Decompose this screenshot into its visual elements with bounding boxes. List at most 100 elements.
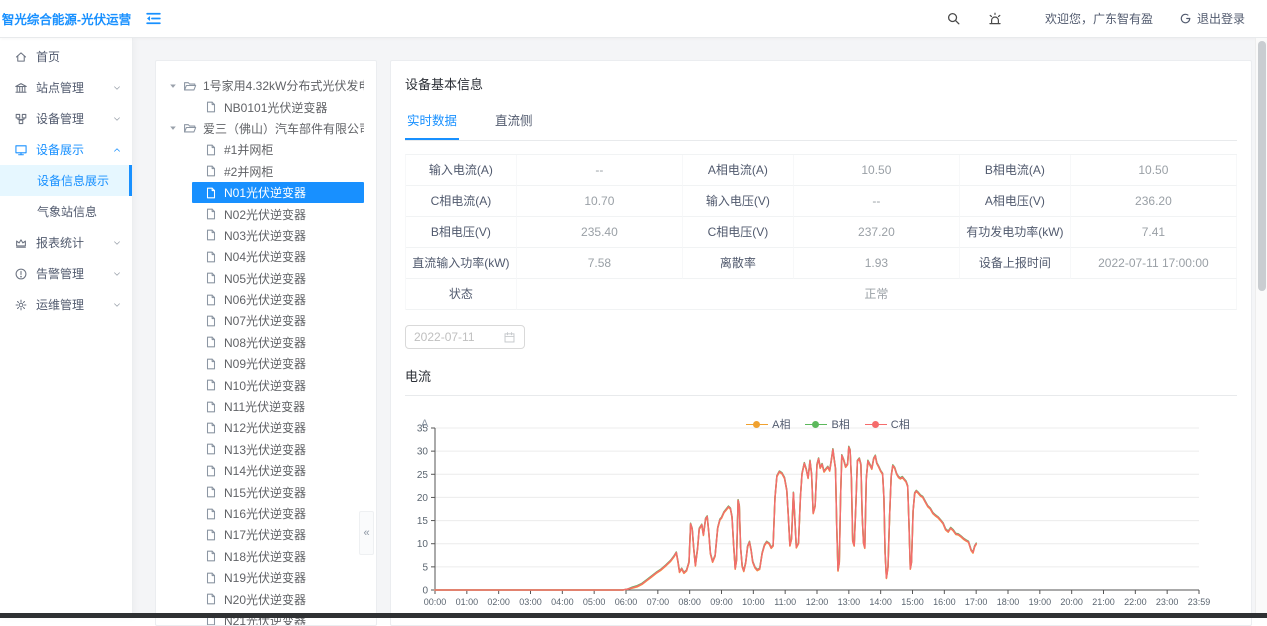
- sidebar-item-site-mgmt[interactable]: 站点管理: [0, 72, 132, 103]
- svg-text:16:00: 16:00: [933, 597, 956, 607]
- tree-device-node[interactable]: N15光伏逆变器: [192, 481, 364, 502]
- legend-label: C相: [891, 416, 910, 432]
- svg-text:15:00: 15:00: [901, 597, 924, 607]
- svg-text:23:00: 23:00: [1156, 597, 1179, 607]
- file-icon: [204, 592, 218, 606]
- tree-node-label: 1号家用4.32kW分布式光伏发电站: [203, 77, 364, 94]
- vertical-scrollbar[interactable]: [1255, 38, 1267, 613]
- app-logo: 智光综合能源-光伏运营: [0, 9, 133, 28]
- tree-device-node[interactable]: N18光伏逆变器: [192, 546, 364, 567]
- tree-station-node[interactable]: 1号家用4.32kW分布式光伏发电站: [168, 75, 364, 96]
- legend-item-C相[interactable]: C相: [865, 416, 910, 432]
- svg-text:20: 20: [417, 493, 429, 504]
- tree-device-node[interactable]: N17光伏逆变器: [192, 524, 364, 545]
- info-value: 236.20: [1071, 186, 1237, 217]
- tree-device-node[interactable]: N08光伏逆变器: [192, 332, 364, 353]
- menu-fold-icon[interactable]: [145, 10, 162, 27]
- tree-station-node[interactable]: 爱三（佛山）汽车部件有限公司光伏发: [168, 118, 364, 139]
- tree-device-node[interactable]: N05光伏逆变器: [192, 268, 364, 289]
- logout-button[interactable]: 退出登录: [1179, 10, 1245, 27]
- sidebar-item-label: 站点管理: [36, 79, 84, 96]
- file-icon: [204, 421, 218, 435]
- tree-node-label: #1并网柜: [224, 141, 273, 158]
- sidebar-subitem[interactable]: 气象站信息: [0, 196, 132, 227]
- chart-legend: A相 B相 C相: [746, 416, 910, 432]
- svg-text:14:00: 14:00: [869, 597, 892, 607]
- tree-device-node[interactable]: N07光伏逆变器: [192, 310, 364, 331]
- tree-node-label: N16光伏逆变器: [224, 505, 306, 522]
- info-value: 237.20: [794, 217, 960, 248]
- tree-device-node[interactable]: N02光伏逆变器: [192, 203, 364, 224]
- chart-section-title: 电流: [405, 366, 1237, 396]
- legend-item-A相[interactable]: A相: [746, 416, 790, 432]
- svg-text:10: 10: [417, 539, 429, 550]
- svg-text:21:00: 21:00: [1092, 597, 1115, 607]
- chevron-down-icon: [112, 238, 122, 248]
- tree-device-node[interactable]: N11光伏逆变器: [192, 396, 364, 417]
- date-picker[interactable]: [405, 325, 525, 349]
- tree-device-node[interactable]: NB0101光伏逆变器: [192, 96, 364, 117]
- tree-device-node[interactable]: N14光伏逆变器: [192, 460, 364, 481]
- sidebar-subitem[interactable]: 设备信息展示: [0, 165, 132, 196]
- tree-device-node[interactable]: N12光伏逆变器: [192, 417, 364, 438]
- tree-device-node[interactable]: #1并网柜: [192, 139, 364, 160]
- tree-device-node[interactable]: N16光伏逆变器: [192, 503, 364, 524]
- tree-device-node[interactable]: N19光伏逆变器: [192, 567, 364, 588]
- gear-icon: [14, 298, 28, 312]
- legend-item-B相[interactable]: B相: [805, 416, 849, 432]
- tree-device-node[interactable]: N06光伏逆变器: [192, 289, 364, 310]
- sidebar-item-ops-mgmt[interactable]: 运维管理: [0, 289, 132, 320]
- tree-node-label: N11光伏逆变器: [224, 398, 305, 415]
- tab-dc-side[interactable]: 直流侧: [493, 102, 535, 140]
- tree-collapse-handle[interactable]: «: [359, 511, 374, 555]
- svg-text:09:00: 09:00: [710, 597, 733, 607]
- svg-text:20:00: 20:00: [1060, 597, 1083, 607]
- status-value: 正常: [517, 279, 1237, 310]
- info-label: C相电压(V): [683, 217, 794, 248]
- tree-node-label: N04光伏逆变器: [224, 248, 306, 265]
- bank-icon: [14, 81, 28, 95]
- file-icon: [204, 293, 218, 307]
- tree-device-node[interactable]: N03光伏逆变器: [192, 225, 364, 246]
- tree-node-label: N17光伏逆变器: [224, 526, 306, 543]
- sidebar-item-device-mgmt[interactable]: 设备管理: [0, 103, 132, 134]
- file-icon: [204, 271, 218, 285]
- svg-text:12:00: 12:00: [806, 597, 829, 607]
- file-icon: [204, 164, 218, 178]
- file-icon: [204, 528, 218, 542]
- home-icon: [14, 50, 28, 64]
- panel-title: 设备基本信息: [405, 74, 1237, 93]
- device-info-table: 输入电流(A)--A相电流(A)10.50B相电流(A)10.50C相电流(A)…: [405, 154, 1237, 310]
- tab-realtime-data[interactable]: 实时数据: [405, 102, 459, 140]
- info-circle-icon: [14, 267, 28, 281]
- tree-device-node[interactable]: N10光伏逆变器: [192, 374, 364, 395]
- device-info-panel: 设备基本信息 实时数据直流侧 输入电流(A)--A相电流(A)10.50B相电流…: [390, 60, 1252, 626]
- sidebar-item-report-stats[interactable]: 报表统计: [0, 227, 132, 258]
- info-label: C相电流(A): [406, 186, 517, 217]
- tree-device-node[interactable]: #2并网柜: [192, 161, 364, 182]
- tree-device-node[interactable]: N01光伏逆变器: [192, 182, 364, 203]
- tree-device-node[interactable]: N09光伏逆变器: [192, 353, 364, 374]
- alarm-icon[interactable]: [987, 11, 1003, 27]
- sidebar-item-label: 运维管理: [36, 296, 84, 313]
- info-label: 直流输入功率(kW): [406, 248, 517, 279]
- svg-text:07:00: 07:00: [647, 597, 670, 607]
- sidebar-item-device-display[interactable]: 设备展示: [0, 134, 132, 165]
- file-icon: [204, 100, 218, 114]
- tree-device-node[interactable]: N04光伏逆变器: [192, 246, 364, 267]
- current-chart: A A相B相C相 0510152025303500:0001:0002:0003…: [405, 414, 1237, 623]
- legend-label: B相: [831, 416, 849, 432]
- legend-marker: [865, 421, 887, 428]
- tree-device-node[interactable]: N13光伏逆变器: [192, 439, 364, 460]
- sidebar-item-home[interactable]: 首页: [0, 41, 132, 72]
- svg-text:02:00: 02:00: [487, 597, 510, 607]
- scrollbar-thumb[interactable]: [1258, 41, 1266, 291]
- tree-node-label: N19光伏逆变器: [224, 569, 306, 586]
- file-icon: [204, 571, 218, 585]
- tree-device-node[interactable]: N20光伏逆变器: [192, 588, 364, 609]
- svg-text:22:00: 22:00: [1124, 597, 1147, 607]
- svg-text:13:00: 13:00: [838, 597, 861, 607]
- search-icon[interactable]: [946, 11, 961, 26]
- sidebar-item-alarm-mgmt[interactable]: 告警管理: [0, 258, 132, 289]
- calendar-icon: [503, 331, 516, 344]
